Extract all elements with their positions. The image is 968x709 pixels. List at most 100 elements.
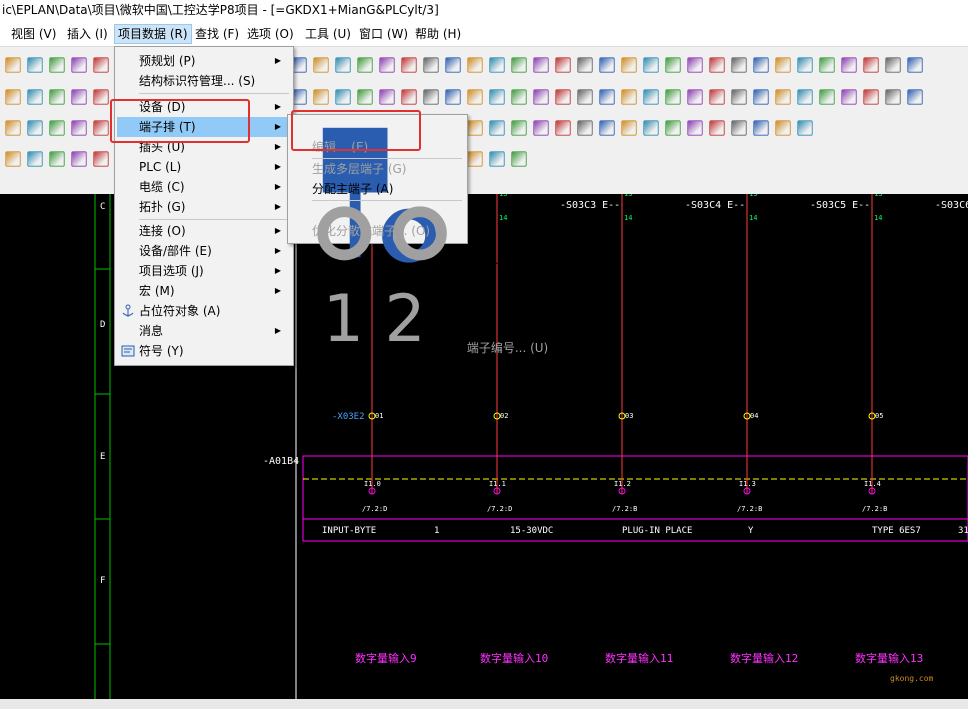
toolbar-button-icon[interactable] xyxy=(863,57,879,73)
toolbar-button-icon[interactable] xyxy=(467,89,483,105)
toolbar-button-icon[interactable] xyxy=(5,57,21,73)
menu-item-project-options[interactable]: 项目选项 (J) ▶ xyxy=(117,261,289,281)
toolbar-button-icon[interactable] xyxy=(489,89,505,105)
toolbar-button-icon[interactable] xyxy=(489,151,505,167)
menu-options[interactable]: 选项 (O) xyxy=(244,25,297,43)
toolbar-button-icon[interactable] xyxy=(709,89,725,105)
toolbar-button-icon[interactable] xyxy=(357,89,373,105)
toolbar-button-icon[interactable] xyxy=(555,120,571,136)
toolbar-button-icon[interactable] xyxy=(445,57,461,73)
toolbar-button-icon[interactable] xyxy=(687,57,703,73)
toolbar-button-icon[interactable] xyxy=(665,89,681,105)
toolbar-button-icon[interactable] xyxy=(687,89,703,105)
toolbar-button-icon[interactable] xyxy=(731,57,747,73)
toolbar-button-icon[interactable] xyxy=(775,89,791,105)
toolbar-button-icon[interactable] xyxy=(423,89,439,105)
toolbar-button-icon[interactable] xyxy=(93,89,109,105)
menu-item-devices[interactable]: 设备 (D) ▶ xyxy=(117,97,289,117)
toolbar-button-icon[interactable] xyxy=(643,120,659,136)
toolbar-button-icon[interactable] xyxy=(731,89,747,105)
toolbar-button-icon[interactable] xyxy=(71,151,87,167)
menu-item-connections[interactable]: 连接 (O) ▶ xyxy=(117,221,289,241)
toolbar-button-icon[interactable] xyxy=(621,120,637,136)
toolbar-button-icon[interactable] xyxy=(533,120,549,136)
toolbar-button-icon[interactable] xyxy=(885,57,901,73)
toolbar-button-icon[interactable] xyxy=(27,89,43,105)
toolbar-button-icon[interactable] xyxy=(401,57,417,73)
toolbar-button-icon[interactable] xyxy=(511,120,527,136)
toolbar-button-icon[interactable] xyxy=(775,120,791,136)
toolbar-button-icon[interactable] xyxy=(907,89,923,105)
submenu-item-terminal-numbering[interactable]: 1 2 端子编号... (U) xyxy=(290,201,548,357)
toolbar-button-icon[interactable] xyxy=(49,120,65,136)
menu-item-preplanning[interactable]: 预规划 (P) ▶ xyxy=(117,51,289,71)
toolbar-button-icon[interactable] xyxy=(665,57,681,73)
toolbar-button-icon[interactable] xyxy=(753,120,769,136)
toolbar-button-icon[interactable] xyxy=(379,57,395,73)
menu-window[interactable]: 窗口 (W) xyxy=(356,25,411,43)
menu-tools[interactable]: 工具 (U) xyxy=(302,25,354,43)
toolbar-button-icon[interactable] xyxy=(335,57,351,73)
toolbar-button-icon[interactable] xyxy=(885,89,901,105)
toolbar-button-icon[interactable] xyxy=(621,89,637,105)
toolbar-button-icon[interactable] xyxy=(797,57,813,73)
toolbar-button-icon[interactable] xyxy=(907,57,923,73)
toolbar-button-icon[interactable] xyxy=(5,89,21,105)
toolbar-button-icon[interactable] xyxy=(49,151,65,167)
toolbar-button-icon[interactable] xyxy=(709,120,725,136)
menu-view[interactable]: 视图 (V) xyxy=(8,25,59,43)
menu-insert[interactable]: 插入 (I) xyxy=(64,25,111,43)
menu-item-plc[interactable]: PLC (L) ▶ xyxy=(117,157,289,177)
toolbar-button-icon[interactable] xyxy=(335,89,351,105)
toolbar-button-icon[interactable] xyxy=(819,89,835,105)
toolbar-button-icon[interactable] xyxy=(533,57,549,73)
menu-item-topology[interactable]: 拓扑 (G) ▶ xyxy=(117,197,289,217)
toolbar-button-icon[interactable] xyxy=(93,151,109,167)
toolbar-button-icon[interactable] xyxy=(5,120,21,136)
menu-item-macros[interactable]: 宏 (M) ▶ xyxy=(117,281,289,301)
toolbar-button-icon[interactable] xyxy=(71,57,87,73)
toolbar-button-icon[interactable] xyxy=(49,89,65,105)
toolbar-button-icon[interactable] xyxy=(357,57,373,73)
toolbar-button-icon[interactable] xyxy=(863,89,879,105)
menu-item-cables[interactable]: 电缆 (C) ▶ xyxy=(117,177,289,197)
toolbar-button-icon[interactable] xyxy=(841,57,857,73)
toolbar-button-icon[interactable] xyxy=(577,89,593,105)
menu-item-plugs[interactable]: 插头 (U) ▶ xyxy=(117,137,289,157)
toolbar-button-icon[interactable] xyxy=(775,57,791,73)
toolbar-button-icon[interactable] xyxy=(27,151,43,167)
toolbar-button-icon[interactable] xyxy=(599,89,615,105)
toolbar-button-icon[interactable] xyxy=(467,151,483,167)
toolbar-button-icon[interactable] xyxy=(599,120,615,136)
toolbar-button-icon[interactable] xyxy=(27,120,43,136)
toolbar-button-icon[interactable] xyxy=(643,89,659,105)
toolbar-button-icon[interactable] xyxy=(841,89,857,105)
toolbar-button-icon[interactable] xyxy=(687,120,703,136)
toolbar-button-icon[interactable] xyxy=(49,57,65,73)
toolbar-button-icon[interactable] xyxy=(621,57,637,73)
toolbar-button-icon[interactable] xyxy=(5,151,21,167)
toolbar-button-icon[interactable] xyxy=(577,57,593,73)
toolbar-button-icon[interactable] xyxy=(511,57,527,73)
toolbar-button-icon[interactable] xyxy=(71,89,87,105)
toolbar-button-icon[interactable] xyxy=(819,57,835,73)
toolbar-button-icon[interactable] xyxy=(401,89,417,105)
toolbar-button-icon[interactable] xyxy=(753,89,769,105)
menu-item-terminal-strips[interactable]: 端子排 (T) ▶ xyxy=(117,117,289,137)
toolbar-button-icon[interactable] xyxy=(423,57,439,73)
toolbar-button-icon[interactable] xyxy=(93,57,109,73)
toolbar-button-icon[interactable] xyxy=(27,57,43,73)
toolbar-button-icon[interactable] xyxy=(93,120,109,136)
menu-find[interactable]: 查找 (F) xyxy=(192,25,242,43)
toolbar-button-icon[interactable] xyxy=(599,57,615,73)
menu-help[interactable]: 帮助 (H) xyxy=(412,25,464,43)
toolbar-button-icon[interactable] xyxy=(489,120,505,136)
menu-project-data[interactable]: 项目数据 (R) xyxy=(114,24,192,44)
toolbar-button-icon[interactable] xyxy=(665,120,681,136)
toolbar-button-icon[interactable] xyxy=(709,57,725,73)
toolbar-button-icon[interactable] xyxy=(445,89,461,105)
toolbar-button-icon[interactable] xyxy=(753,57,769,73)
menu-item-devices-parts[interactable]: 设备/部件 (E) ▶ xyxy=(117,241,289,261)
toolbar-button-icon[interactable] xyxy=(731,120,747,136)
menu-item-messages[interactable]: 消息 ▶ xyxy=(117,321,289,341)
